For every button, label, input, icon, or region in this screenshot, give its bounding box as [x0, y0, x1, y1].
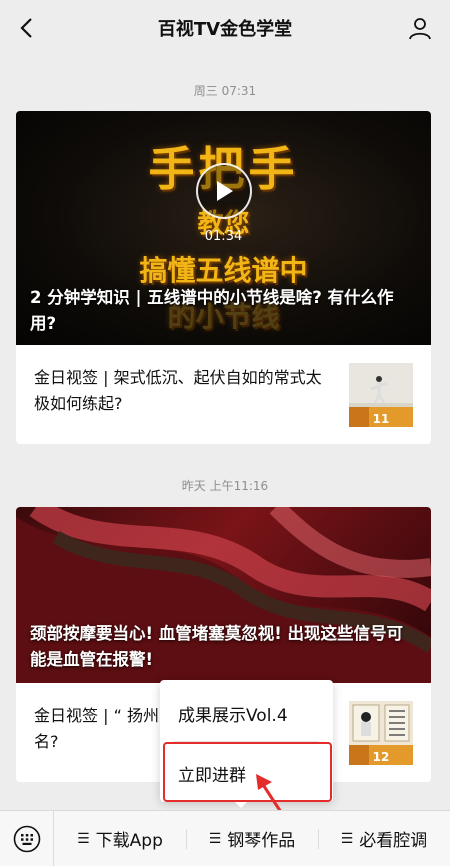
top-bar: 百视TV金色学堂: [0, 0, 450, 56]
chevron-left-icon: [20, 18, 32, 38]
message-timestamp: 昨天 上午11:16: [181, 479, 269, 493]
sub-article-thumbnail: 11: [349, 363, 413, 427]
menu-must-watch[interactable]: ☰ 必看腔调: [318, 811, 450, 866]
person-icon: [409, 18, 431, 40]
submenu-item-showcase[interactable]: 成果展示Vol.4: [160, 684, 333, 742]
page-title: 百视TV金色学堂: [157, 19, 293, 40]
profile-button[interactable]: [404, 12, 436, 44]
hero-caption: 颈部按摩要当心! 血管堵塞莫忽视! 出现这些信号可能是血管在报警!: [30, 624, 404, 669]
video-cover[interactable]: 手把手 教您 搞懂五线谱中 的小节线 01:34 2 分钟学知识 | 五线谱中的…: [16, 111, 431, 345]
sub-article[interactable]: 金日视签 | 架式低沉、起伏自如的常式太极如何练起? 11: [16, 345, 431, 442]
keyboard-toggle[interactable]: [0, 810, 54, 866]
article-card[interactable]: 手把手 教您 搞懂五线谱中 的小节线 01:34 2 分钟学知识 | 五线谱中的…: [16, 111, 431, 444]
video-duration: 01:34: [204, 229, 243, 244]
back-button[interactable]: [10, 12, 42, 44]
menu-lines-icon: ☰: [340, 830, 354, 847]
message-timestamp: 周三 07:31: [193, 84, 257, 98]
highlight-box: [163, 742, 332, 802]
bottom-menu-bar: ☰ 下载App ☰ 钢琴作品 ☰ 必看腔调: [0, 810, 450, 866]
svg-text:11: 11: [373, 412, 390, 426]
play-button[interactable]: [196, 163, 252, 219]
menu-download-app[interactable]: ☰ 下载App: [54, 811, 186, 866]
sub-article-title: 金日视签 | 架式低沉、起伏自如的常式太极如何练起?: [34, 368, 322, 413]
menu-piano-works[interactable]: ☰ 钢琴作品: [186, 811, 318, 866]
keyboard-icon: [13, 825, 40, 852]
play-icon: [217, 181, 233, 201]
menu-lines-icon: ☰: [208, 830, 222, 847]
cover-text-line3: 搞懂五线谱中: [139, 254, 308, 287]
menu-lines-icon: ☰: [77, 830, 90, 847]
svg-text:12: 12: [373, 750, 390, 764]
hero-caption: 2 分钟学知识 | 五线谱中的小节线是啥? 有什么作用?: [30, 288, 394, 333]
article-cover[interactable]: 颈部按摩要当心! 血管堵塞莫忽视! 出现这些信号可能是血管在报警!: [16, 507, 431, 683]
sub-article-thumbnail: 12: [349, 701, 413, 765]
